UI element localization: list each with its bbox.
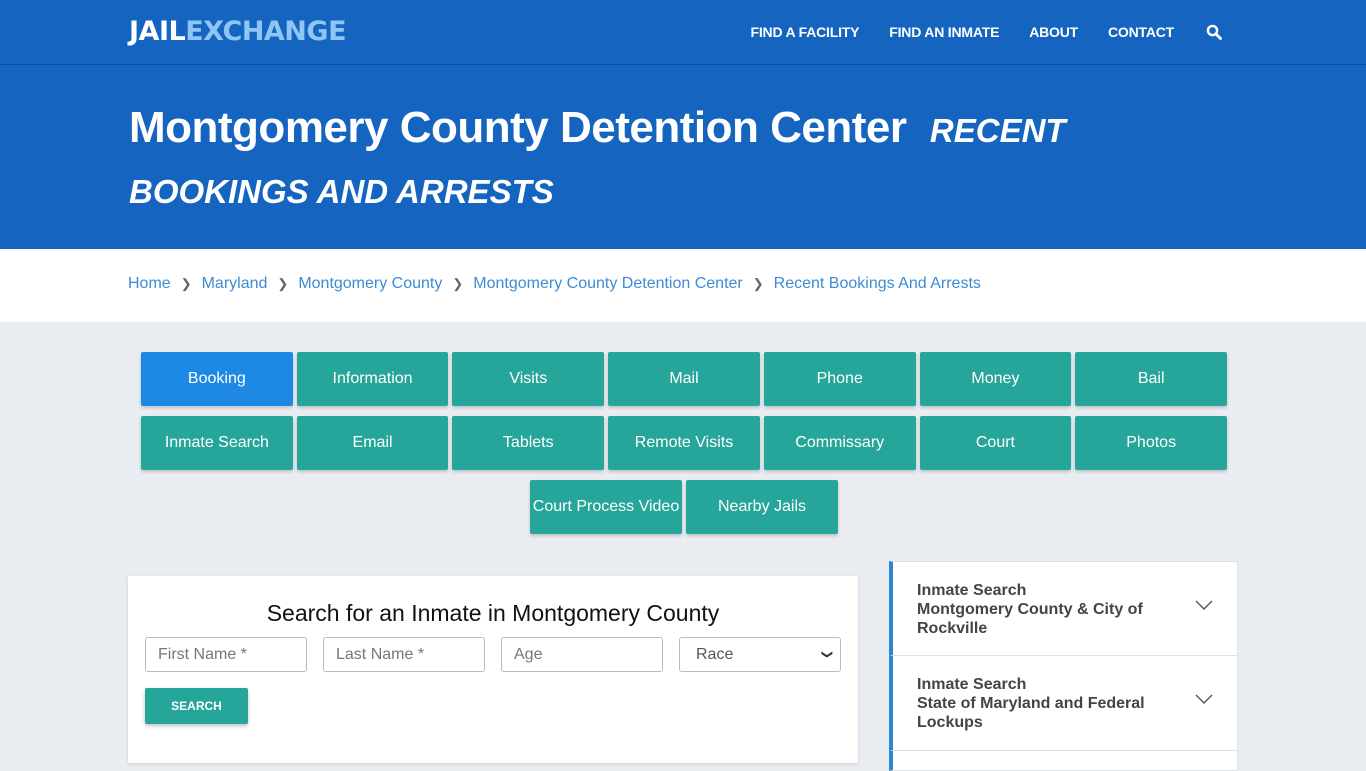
tab-nearby-jails[interactable]: Nearby Jails — [686, 480, 838, 534]
breadcrumb-bar: Home ❯ Maryland ❯ Montgomery County ❯ Mo… — [0, 249, 1366, 322]
accordion-item-label: Inmate Search State of Maryland and Feder… — [917, 675, 1157, 732]
chevron-right-icon: ❯ — [452, 276, 464, 291]
tab-phone[interactable]: Phone — [763, 352, 916, 406]
accordion-item-county-search[interactable]: Inmate Search Montgomery County & City of… — [889, 561, 1238, 656]
chevron-right-icon: ❯ — [752, 276, 764, 291]
last-name-input[interactable]: Last Name * — [323, 637, 485, 672]
first-name-placeholder: First Name * — [158, 645, 247, 663]
tab-information[interactable]: Information — [296, 352, 449, 406]
accordion-item-state-search[interactable]: Inmate Search State of Maryland and Feder… — [889, 656, 1238, 751]
tab-inmate-search[interactable]: Inmate Search — [140, 416, 293, 470]
chevron-down-icon — [1195, 694, 1213, 704]
breadcrumb-home[interactable]: Home — [128, 275, 171, 293]
sidebar-accordion: Inmate Search Montgomery County & City of… — [889, 561, 1238, 771]
last-name-placeholder: Last Name * — [336, 645, 425, 663]
chevron-down-icon: ❯ — [820, 649, 833, 660]
nav-find-inmate[interactable]: FIND AN INMATE — [889, 24, 999, 40]
accordion-item-label: Inmate Search Montgomery County & City of… — [917, 581, 1157, 638]
age-input[interactable]: Age — [501, 637, 663, 672]
age-placeholder: Age — [514, 645, 543, 663]
tab-email[interactable]: Email — [296, 416, 449, 470]
accordion-item-partial[interactable] — [889, 751, 1238, 771]
first-name-input[interactable]: First Name * — [145, 637, 307, 672]
tab-court-process-video[interactable]: Court Process Video — [530, 480, 682, 534]
main-nav: FIND A FACILITY FIND AN INMATE ABOUT CON… — [721, 0, 1222, 64]
inmate-search-card: Search for an Inmate in Montgomery Count… — [128, 576, 858, 763]
tab-row-2: Inmate Search Email Tablets Remote Visit… — [139, 416, 1229, 470]
accordion-item-title: Inmate Search — [917, 582, 1027, 599]
chevron-right-icon: ❯ — [180, 276, 192, 291]
breadcrumb-maryland[interactable]: Maryland — [202, 275, 268, 293]
tab-remote-visits[interactable]: Remote Visits — [608, 416, 760, 470]
logo-text-exchange: EXCHANGE — [185, 16, 347, 47]
accordion-item-title: Inmate Search — [917, 676, 1027, 693]
tab-mail[interactable]: Mail — [608, 352, 760, 406]
site-logo[interactable]: JAILEXCHANGE — [129, 16, 347, 47]
logo-text-jail: JAIL — [129, 16, 186, 47]
tab-photos[interactable]: Photos — [1075, 416, 1228, 470]
race-select[interactable]: Race ❯ — [679, 637, 841, 672]
search-title: Search for an Inmate in Montgomery Count… — [266, 600, 720, 626]
race-selected-value: Race — [696, 645, 734, 663]
search-button[interactable]: SEARCH — [145, 688, 248, 724]
tab-court[interactable]: Court — [919, 416, 1072, 470]
page-title-main: Montgomery County Detention Center — [129, 103, 907, 152]
top-navbar: JAILEXCHANGE FIND A FACILITY FIND AN INM… — [0, 0, 1366, 65]
chevron-down-icon — [1195, 600, 1213, 610]
nav-contact[interactable]: CONTACT — [1108, 24, 1174, 40]
nav-about[interactable]: ABOUT — [1029, 24, 1078, 40]
page-title: Montgomery County Detention Center RECEN… — [129, 99, 1129, 221]
tab-tablets[interactable]: Tablets — [452, 416, 605, 470]
tab-visits[interactable]: Visits — [452, 352, 605, 406]
accordion-item-subtitle: State of Maryland and Federal Lockups — [917, 695, 1145, 731]
breadcrumb-current[interactable]: Recent Bookings And Arrests — [774, 275, 981, 293]
search-fields: First Name * Last Name * Age Race ❯ — [128, 637, 858, 672]
tab-money[interactable]: Money — [919, 352, 1072, 406]
breadcrumb-county[interactable]: Montgomery County — [298, 275, 442, 293]
page-hero: Montgomery County Detention Center RECEN… — [0, 65, 1366, 249]
chevron-right-icon: ❯ — [277, 276, 289, 291]
facility-tabs: Booking Information Visits Mail Phone Mo… — [139, 352, 1229, 544]
search-icon[interactable] — [1206, 24, 1222, 40]
tab-row-1: Booking Information Visits Mail Phone Mo… — [139, 352, 1229, 406]
breadcrumb-facility[interactable]: Montgomery County Detention Center — [473, 275, 742, 293]
tab-row-3: Court Process Video Nearby Jails — [139, 480, 1229, 534]
tab-commissary[interactable]: Commissary — [763, 416, 916, 470]
breadcrumb: Home ❯ Maryland ❯ Montgomery County ❯ Mo… — [128, 275, 981, 293]
accordion-item-subtitle: Montgomery County & City of Rockville — [917, 601, 1143, 637]
nav-find-facility[interactable]: FIND A FACILITY — [751, 24, 860, 40]
tab-bail[interactable]: Bail — [1075, 352, 1228, 406]
tab-booking[interactable]: Booking — [140, 352, 293, 406]
